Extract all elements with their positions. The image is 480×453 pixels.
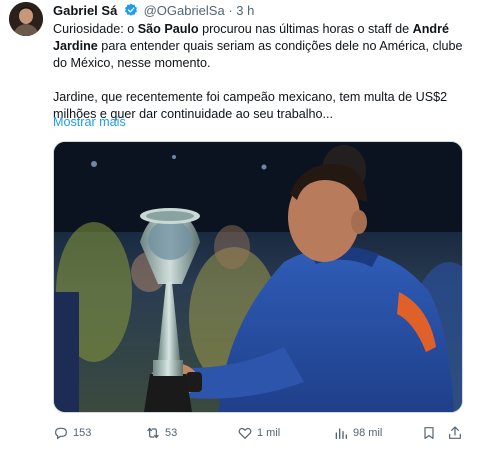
photo-coach-with-trophy — [54, 142, 462, 412]
avatar[interactable] — [9, 2, 43, 36]
tweet-time[interactable]: 3 h — [236, 3, 254, 18]
text-segment: para entender quais seriam as condições … — [53, 39, 463, 70]
retweet-button[interactable]: 53 — [145, 423, 177, 443]
retweet-count: 53 — [165, 427, 178, 439]
like-icon — [238, 427, 252, 439]
author-handle[interactable]: @OGabrielSa — [144, 3, 225, 18]
views-count: 98 mil — [353, 427, 383, 439]
text-segment: procurou nas últimas horas o staff de — [198, 22, 413, 36]
text-segment: Curiosidade: o — [53, 22, 138, 36]
share-icon — [449, 426, 461, 439]
tweet-photo[interactable] — [53, 141, 463, 413]
verified-badge-icon — [124, 3, 137, 16]
like-button[interactable]: 1 mil — [237, 423, 280, 443]
reply-button[interactable]: 153 — [53, 423, 91, 443]
separator-dot: · — [228, 3, 233, 18]
tweet-paragraph-1: Curiosidade: o São Paulo procurou nas úl… — [53, 21, 463, 72]
retweet-icon — [147, 427, 159, 439]
views-button[interactable]: 98 mil — [333, 423, 382, 443]
tweet-text: Curiosidade: o São Paulo procurou nas úl… — [53, 21, 463, 123]
author-name[interactable]: Gabriel Sá — [53, 3, 117, 18]
tweet-card[interactable]: Gabriel Sá @OGabrielSa · 3 h Curiosidade… — [0, 0, 480, 453]
reply-count: 153 — [73, 427, 92, 439]
bookmark-button[interactable] — [421, 423, 437, 443]
bookmark-icon — [424, 427, 434, 439]
share-button[interactable] — [447, 423, 463, 443]
avatar-image — [9, 2, 43, 36]
action-bar: 153 53 1 mil 98 mil — [53, 423, 465, 443]
tweet-header: Gabriel Sá @OGabrielSa · 3 h — [53, 3, 254, 19]
views-icon — [335, 428, 347, 439]
show-more-link[interactable]: Mostrar mais — [53, 115, 126, 129]
reply-icon — [55, 427, 67, 440]
like-count: 1 mil — [257, 427, 281, 439]
bold-text: São Paulo — [137, 22, 199, 36]
